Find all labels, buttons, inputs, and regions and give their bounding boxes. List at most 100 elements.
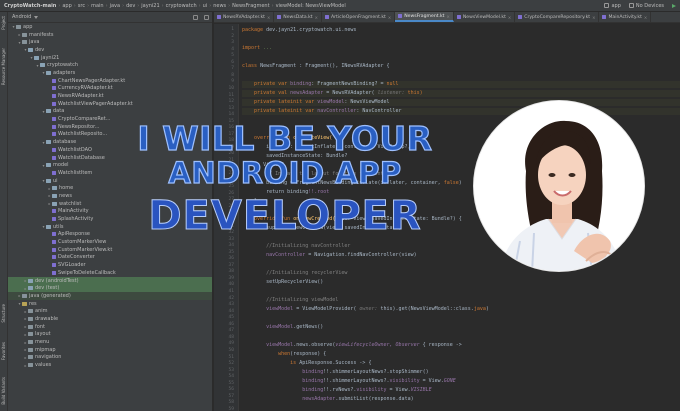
editor-tab[interactable]: MainActivity.kt × bbox=[599, 12, 652, 22]
code-line: is ApiResponse.Success -> { bbox=[242, 360, 371, 367]
breadcrumb-item[interactable]: viewModel: NewsViewModel bbox=[274, 3, 348, 9]
close-icon[interactable]: × bbox=[267, 15, 270, 20]
tree-item[interactable]: CurrencyRVAdapter.kt bbox=[8, 85, 212, 93]
editor-tab[interactable]: NewsRVAdapter.kt × bbox=[214, 12, 275, 22]
tree-item[interactable]: ▸ dev (test) bbox=[8, 284, 212, 293]
close-icon[interactable]: × bbox=[446, 14, 449, 19]
close-icon[interactable]: × bbox=[388, 15, 391, 20]
tree-item[interactable]: ▸ drawable bbox=[8, 315, 212, 323]
tool-window-tab[interactable]: Project bbox=[1, 16, 6, 30]
device-selector[interactable]: No Devices bbox=[625, 3, 668, 9]
tree-item-label: jayni21 bbox=[41, 54, 60, 61]
line-number: 49 bbox=[228, 341, 234, 347]
close-icon[interactable]: × bbox=[508, 15, 511, 20]
breadcrumb-item[interactable]: app bbox=[60, 3, 73, 9]
editor-tab[interactable]: NewsData.kt × bbox=[274, 12, 322, 22]
code-line: //Initializing navController bbox=[242, 243, 350, 250]
tree-item[interactable]: ▾ jayni21 bbox=[8, 54, 212, 62]
line-number: 41 bbox=[228, 289, 234, 294]
phone-icon bbox=[628, 3, 634, 8]
settings-icon[interactable] bbox=[193, 14, 198, 20]
tree-item[interactable]: ▾ app bbox=[8, 23, 212, 31]
tree-item[interactable]: CustomMarkerView bbox=[8, 238, 212, 246]
chevron-down-icon[interactable] bbox=[34, 15, 39, 19]
breadcrumb-item[interactable]: news bbox=[211, 3, 228, 9]
breadcrumb-item[interactable]: cryptowatch bbox=[164, 3, 199, 9]
code-token: package bbox=[242, 27, 267, 33]
tree-item[interactable]: ▸ font bbox=[8, 323, 212, 331]
tree-item[interactable]: WatchlistViewPagerAdapter.kt bbox=[8, 100, 212, 108]
folder-icon bbox=[28, 324, 33, 329]
line-number: 47 bbox=[228, 328, 234, 334]
tool-window-tab[interactable]: Favorites bbox=[1, 342, 6, 360]
run-config-selector[interactable]: app bbox=[600, 3, 624, 9]
tree-item[interactable]: ChartNewsPagerAdapter.kt bbox=[8, 77, 212, 85]
tree-item[interactable]: ▸ dev (androidTest) bbox=[8, 276, 212, 285]
tree-item[interactable]: ▾ dev bbox=[8, 46, 212, 54]
line-number: 42 bbox=[228, 295, 234, 301]
tool-window-tab[interactable]: Structure bbox=[1, 304, 6, 323]
editor-tab-label: MainActivity.kt bbox=[608, 14, 642, 20]
headline-line-2: ANDROID APP bbox=[168, 156, 402, 190]
tree-item[interactable]: NewsRVAdapter.kt bbox=[8, 92, 212, 100]
close-icon[interactable]: × bbox=[315, 15, 318, 20]
tree-item-label: drawable bbox=[35, 315, 59, 322]
promo-headline: I WILL BE YOUR ANDROID APP DEVELOPER bbox=[95, 121, 475, 236]
editor-tab[interactable]: ArticleOpenFragment.kt × bbox=[322, 12, 396, 22]
tree-item[interactable]: ▸ anim bbox=[8, 307, 212, 315]
tree-item[interactable]: DateConverter bbox=[8, 254, 212, 262]
close-icon[interactable]: × bbox=[592, 15, 595, 20]
editor-tab[interactable]: NewsViewModel.kt × bbox=[454, 12, 516, 22]
tree-item[interactable]: ▾ adapters bbox=[8, 69, 212, 77]
tree-item[interactable]: ▸ mipmap bbox=[8, 346, 212, 354]
package-icon bbox=[52, 186, 57, 191]
breadcrumb-item[interactable]: ui bbox=[201, 3, 210, 9]
code-token: : FragmentNewsBinding? = bbox=[311, 81, 387, 87]
package-icon bbox=[46, 109, 51, 114]
tree-item[interactable]: SwipeToDeleteCallback bbox=[8, 269, 212, 277]
code-token: dev.jayn21.cryptowatch.ui.news bbox=[266, 27, 357, 33]
breadcrumb-item[interactable]: dev bbox=[124, 3, 137, 9]
line-number: 5 bbox=[231, 53, 234, 59]
kotlin-file-icon bbox=[52, 132, 56, 137]
tree-item[interactable]: ▸ values bbox=[8, 361, 212, 369]
breadcrumb-item[interactable]: CryptoWatch-main bbox=[0, 3, 58, 9]
tree-item[interactable]: ▸ java (generated) bbox=[8, 292, 212, 300]
tree-item[interactable]: ▸ navigation bbox=[8, 354, 212, 362]
code-line: package dev.jayn21.cryptowatch.ui.news bbox=[242, 27, 356, 34]
kotlin-file-icon bbox=[52, 78, 56, 83]
tree-item[interactable]: ▸ manifests bbox=[8, 31, 212, 39]
line-number: 52 bbox=[228, 361, 234, 367]
tree-item[interactable]: SVGLoader bbox=[8, 261, 212, 269]
view-selector[interactable]: Android bbox=[12, 14, 31, 20]
code-token: .submitList(response.data) bbox=[335, 396, 414, 402]
breadcrumb-item[interactable]: src bbox=[76, 3, 87, 9]
tree-item[interactable]: ▾ data bbox=[8, 108, 212, 116]
code-line: //Initializing viewModel bbox=[242, 297, 338, 304]
breadcrumb-item[interactable]: NewsFragment bbox=[230, 3, 271, 9]
breadcrumb-item[interactable]: java bbox=[108, 3, 122, 9]
tree-item[interactable]: ▾ cryptowatch bbox=[8, 61, 212, 69]
line-number: 45 bbox=[228, 315, 234, 321]
tree-item[interactable]: ▸ menu bbox=[8, 338, 212, 346]
kotlin-file-icon bbox=[217, 15, 221, 19]
code-token: binding bbox=[242, 378, 324, 384]
folder-icon bbox=[22, 293, 27, 298]
editor-tab[interactable]: CryptoCompareRepository.kt × bbox=[515, 12, 600, 22]
code-token: navController bbox=[317, 108, 357, 114]
tree-item[interactable]: ▸ layout bbox=[8, 331, 212, 339]
tool-window-tab[interactable]: Resource Manager bbox=[1, 48, 6, 85]
line-number: 55 bbox=[228, 380, 234, 386]
run-button[interactable] bbox=[668, 3, 680, 8]
breadcrumb-item[interactable]: jayni21 bbox=[139, 3, 161, 9]
tree-item[interactable]: ▾ res bbox=[8, 300, 212, 308]
tree-item[interactable]: CustomMarkerView.kt bbox=[8, 246, 212, 254]
kotlin-file-icon bbox=[52, 155, 56, 160]
tool-window-tab[interactable]: Build Variants bbox=[1, 377, 6, 405]
breadcrumb-item[interactable]: main bbox=[89, 3, 106, 9]
close-icon[interactable]: × bbox=[644, 15, 647, 20]
minimize-icon[interactable] bbox=[204, 14, 209, 20]
tree-item[interactable]: ▾ java bbox=[8, 38, 212, 46]
editor-tab[interactable]: NewsFragment.kt × bbox=[395, 12, 454, 22]
kotlin-file-icon bbox=[52, 240, 56, 245]
